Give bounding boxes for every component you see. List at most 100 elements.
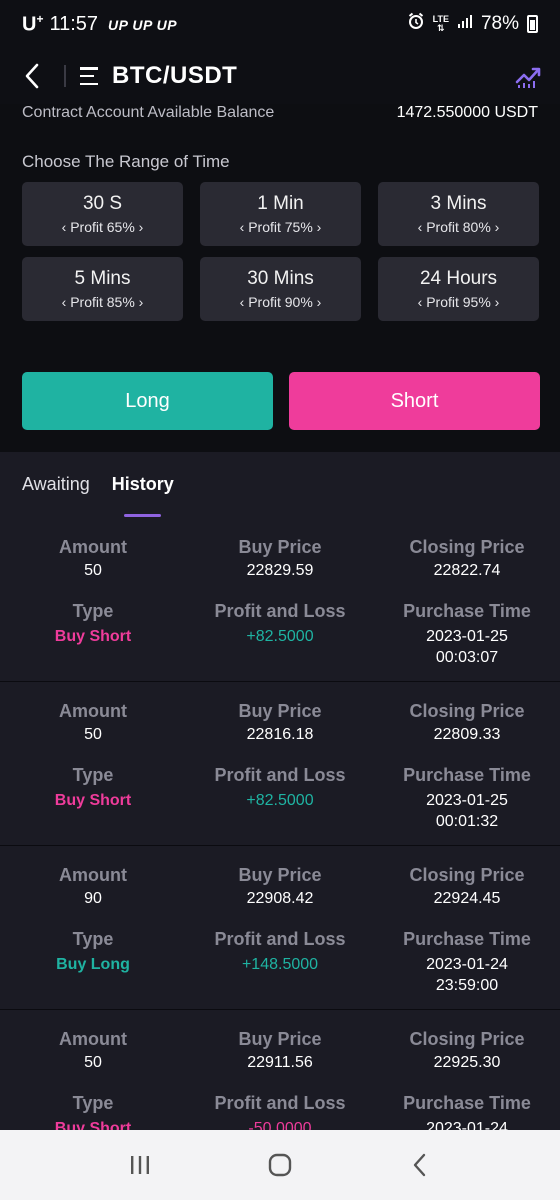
range-profit: ‹ Profit 95% › bbox=[417, 294, 500, 310]
purchase-time-label: Purchase Time bbox=[403, 765, 531, 785]
range-option-30mins[interactable]: 30 Mins ‹ Profit 90% › bbox=[200, 257, 361, 321]
purchase-time-value: 2023-01-24 23:59:00 bbox=[374, 954, 560, 996]
status-right: LTE ⇅ 78% bbox=[407, 12, 538, 36]
buy-price-value: 22829.59 bbox=[246, 562, 314, 579]
balance-row: Contract Account Available Balance 1472.… bbox=[22, 104, 538, 122]
home-icon[interactable] bbox=[260, 1145, 300, 1185]
profit-loss-value: +82.5000 bbox=[246, 628, 314, 645]
action-row: Long Short bbox=[22, 372, 540, 430]
trend-chart-icon[interactable] bbox=[514, 62, 542, 90]
type-value: Buy Short bbox=[54, 792, 132, 809]
tab-active-indicator bbox=[123, 514, 161, 517]
range-option-1min[interactable]: 1 Min ‹ Profit 75% › bbox=[200, 182, 361, 246]
buy-price-value: 22908.42 bbox=[246, 890, 314, 907]
profit-loss-label: Profit and Loss bbox=[214, 929, 346, 949]
history-record: Amount 50 Buy Price 22829.59 Closing Pri… bbox=[0, 518, 560, 682]
range-time: 24 Hours bbox=[419, 268, 498, 289]
profit-loss-value: +82.5000 bbox=[246, 792, 314, 809]
amount-value: 90 bbox=[84, 890, 102, 907]
carrier-name: UP UP UP bbox=[108, 17, 178, 34]
status-time: 11:57 bbox=[49, 13, 99, 36]
status-left: U+ 11:57 UP UP UP bbox=[22, 12, 177, 37]
buy-price-label: Buy Price bbox=[238, 865, 322, 885]
type-label: Type bbox=[72, 765, 114, 785]
closing-price-value: 22925.30 bbox=[433, 1054, 501, 1071]
range-option-30s[interactable]: 30 S ‹ Profit 65% › bbox=[22, 182, 183, 246]
range-time: 3 Mins bbox=[430, 193, 487, 214]
menu-icon[interactable] bbox=[80, 67, 102, 85]
purchase-clock: 00:03:07 bbox=[435, 649, 499, 666]
battery-icon bbox=[527, 15, 538, 33]
profit-loss-value: +148.5000 bbox=[241, 956, 319, 973]
purchase-date: 2023-01-25 bbox=[426, 628, 508, 645]
balance-label: Contract Account Available Balance bbox=[22, 104, 275, 121]
closing-price-value: 22809.33 bbox=[433, 726, 501, 743]
system-nav-bar bbox=[0, 1130, 560, 1200]
range-profit: ‹ Profit 80% › bbox=[417, 219, 500, 235]
app-header: BTC/USDT bbox=[0, 48, 560, 104]
amount-value: 50 bbox=[84, 726, 102, 743]
closing-price-label: Closing Price bbox=[409, 537, 525, 557]
recent-apps-icon[interactable] bbox=[120, 1145, 160, 1185]
type-label: Type bbox=[72, 601, 114, 621]
signal-icon bbox=[457, 13, 473, 35]
range-time: 1 Min bbox=[257, 193, 304, 214]
lte-icon: LTE ⇅ bbox=[432, 14, 449, 33]
tab-history[interactable]: History bbox=[112, 452, 174, 518]
profit-loss-label: Profit and Loss bbox=[214, 1093, 346, 1113]
amount-value: 50 bbox=[84, 1054, 102, 1071]
nav-back-icon[interactable] bbox=[400, 1145, 440, 1185]
range-profit: ‹ Profit 75% › bbox=[239, 219, 322, 235]
range-label: Choose The Range of Time bbox=[22, 152, 230, 171]
purchase-clock: 23:59:00 bbox=[435, 977, 499, 994]
range-time: 30 S bbox=[82, 193, 123, 214]
type-label: Type bbox=[72, 929, 114, 949]
short-button[interactable]: Short bbox=[289, 372, 540, 430]
closing-price-value: 22822.74 bbox=[433, 562, 501, 579]
buy-price-value: 22816.18 bbox=[246, 726, 314, 743]
buy-price-label: Buy Price bbox=[238, 1029, 322, 1049]
tab-awaiting[interactable]: Awaiting bbox=[22, 452, 90, 518]
range-profit: ‹ Profit 90% › bbox=[239, 294, 322, 310]
order-tabs: Awaiting History bbox=[0, 452, 560, 518]
range-profit: ‹ Profit 65% › bbox=[61, 219, 144, 235]
status-bar: U+ 11:57 UP UP UP LTE ⇅ 78% bbox=[0, 0, 560, 48]
closing-price-label: Closing Price bbox=[409, 701, 525, 721]
balance-value: 1472.550000 USDT bbox=[396, 104, 538, 121]
purchase-date: 2023-01-24 bbox=[426, 956, 508, 973]
type-label: Type bbox=[72, 1093, 114, 1113]
range-option-5mins[interactable]: 5 Mins ‹ Profit 85% › bbox=[22, 257, 183, 321]
time-range-grid: 30 S ‹ Profit 65% › 1 Min ‹ Profit 75% ›… bbox=[22, 182, 540, 321]
amount-label: Amount bbox=[59, 701, 127, 721]
tab-history-label: History bbox=[111, 474, 174, 494]
profit-loss-label: Profit and Loss bbox=[214, 601, 346, 621]
range-time: 5 Mins bbox=[74, 268, 131, 289]
buy-price-value: 22911.56 bbox=[247, 1054, 313, 1071]
purchase-time-value: 2023-01-25 00:03:07 bbox=[374, 626, 560, 668]
long-button[interactable]: Long bbox=[22, 372, 273, 430]
chevron-left-icon[interactable] bbox=[18, 58, 46, 94]
range-profit: ‹ Profit 85% › bbox=[61, 294, 144, 310]
purchase-clock: 00:01:32 bbox=[435, 813, 499, 830]
history-record: Amount 50 Buy Price 22816.18 Closing Pri… bbox=[0, 682, 560, 846]
purchase-time-label: Purchase Time bbox=[403, 929, 531, 949]
closing-price-value: 22924.45 bbox=[433, 890, 501, 907]
type-value: Buy Long bbox=[56, 956, 130, 973]
closing-price-label: Closing Price bbox=[409, 1029, 525, 1049]
page-title[interactable]: BTC/USDT bbox=[112, 62, 237, 90]
alarm-icon bbox=[407, 12, 425, 36]
range-option-24hours[interactable]: 24 Hours ‹ Profit 95% › bbox=[378, 257, 539, 321]
history-list: Amount 50 Buy Price 22829.59 Closing Pri… bbox=[0, 518, 560, 1174]
amount-label: Amount bbox=[59, 865, 127, 885]
range-time: 30 Mins bbox=[247, 268, 314, 289]
purchase-time-label: Purchase Time bbox=[403, 601, 531, 621]
amount-label: Amount bbox=[59, 1029, 127, 1049]
purchase-time-label: Purchase Time bbox=[403, 1093, 531, 1113]
battery-percent: 78% bbox=[480, 13, 519, 34]
header-divider bbox=[64, 65, 66, 87]
buy-price-label: Buy Price bbox=[238, 537, 322, 557]
carrier-logo: U+ bbox=[22, 11, 44, 36]
purchase-date: 2023-01-25 bbox=[426, 792, 508, 809]
range-option-3mins[interactable]: 3 Mins ‹ Profit 80% › bbox=[378, 182, 539, 246]
history-record: Amount 90 Buy Price 22908.42 Closing Pri… bbox=[0, 846, 560, 1010]
